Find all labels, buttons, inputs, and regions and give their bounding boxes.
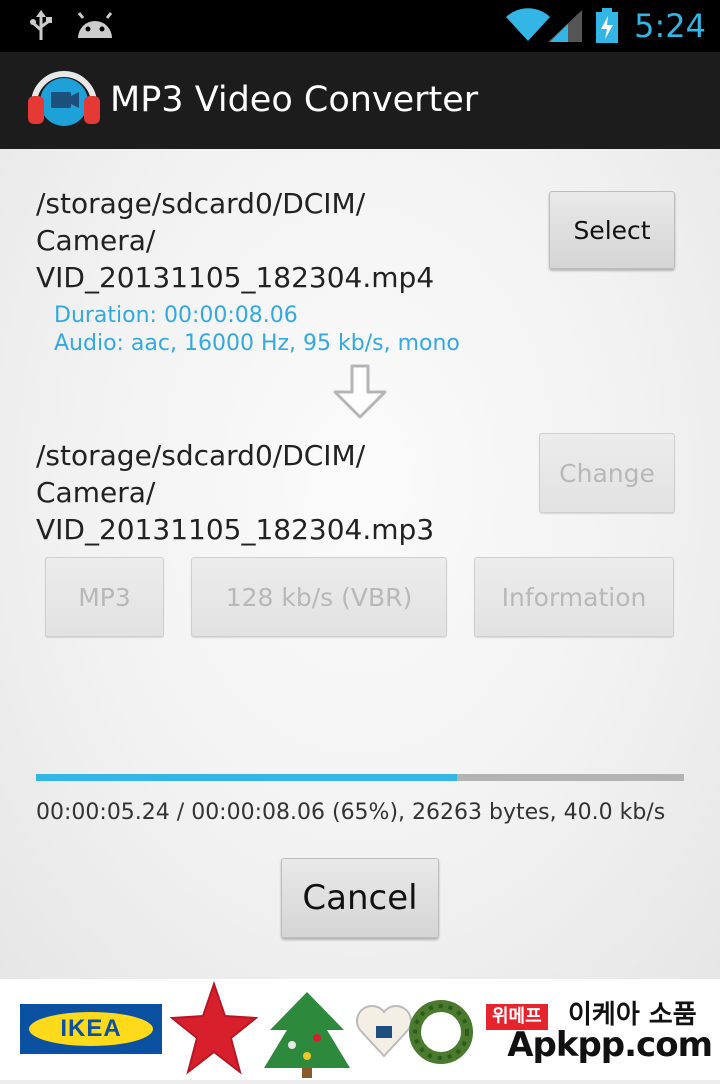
ikea-logo-text: IKEA [29,1012,153,1046]
android-icon [74,12,116,44]
progress-fill [36,774,458,781]
christmas-tree-icon [262,990,352,1084]
usb-icon [26,10,56,46]
change-button[interactable]: Change [539,433,675,513]
progress-status-text: 00:00:05.24 / 00:00:08.06 (65%), 26263 b… [36,800,666,825]
select-button[interactable]: Select [549,191,675,269]
battery-charging-icon [595,8,619,48]
wifi-icon [506,8,550,46]
wreath-icon [406,996,476,1072]
bitrate-button[interactable]: 128 kb/s (VBR) [191,557,447,637]
signal-icon [548,10,582,46]
app-title: MP3 Video Converter [110,80,479,120]
ikea-logo[interactable]: IKEA [20,1004,162,1054]
output-file-path: /storage/sdcard0/DCIM/ Camera/ VID_20131… [36,439,435,546]
format-button[interactable]: MP3 [45,557,164,637]
action-bar: MP3 Video Converter [0,52,720,151]
status-clock: 5:24 [634,7,706,45]
audio-info: Audio: aac, 16000 Hz, 95 kb/s, mono [54,331,460,356]
source-file-path: /storage/sdcard0/DCIM/ Camera/ VID_20131… [36,187,435,294]
red-star-ornament-icon [169,980,259,1080]
information-button[interactable]: Information [474,557,674,637]
heart-ornament-icon [356,1000,412,1064]
duration-info: Duration: 00:00:08.06 [54,303,298,328]
watermark: Apkpp.com [507,1025,713,1065]
headphones-video-app-icon[interactable] [26,68,102,134]
status-bar: 5:24 [0,0,720,52]
progress-bar [36,774,684,781]
cancel-button[interactable]: Cancel [281,858,439,938]
down-arrow-icon [331,364,389,424]
